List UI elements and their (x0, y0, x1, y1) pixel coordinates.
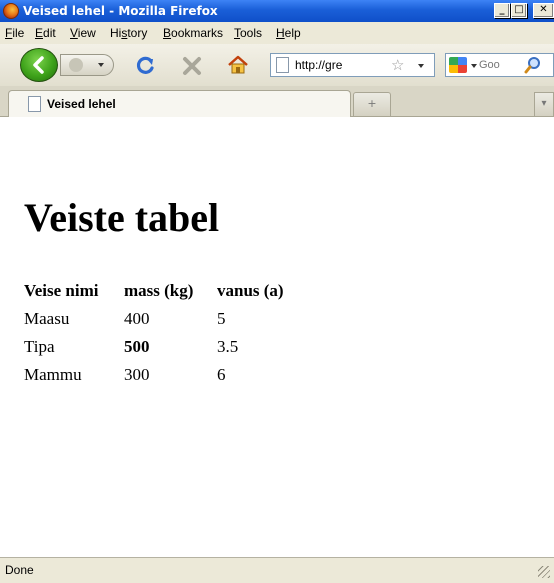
plus-icon: + (367, 97, 377, 110)
chevron-down-icon: ▾ (541, 98, 547, 109)
cell-mass: 400 (124, 309, 150, 328)
menu-bookmarks[interactable]: Bookmarks (163, 26, 223, 40)
status-bar: Done (0, 557, 554, 583)
search-input[interactable] (479, 57, 519, 73)
cell-age: 6 (217, 365, 226, 384)
tab-veised-lehel[interactable]: Veised lehel (8, 90, 351, 117)
forward-icon (69, 58, 83, 72)
cell-age: 3.5 (217, 337, 239, 356)
tab-strip: Veised lehel + ▾ (0, 86, 554, 117)
menu-edit[interactable]: Edit (35, 26, 56, 40)
status-text: Done (5, 563, 34, 577)
table-row: Maasu 400 5 (24, 305, 284, 333)
cell-age: 5 (217, 309, 226, 328)
search-icon[interactable] (524, 56, 542, 74)
url-dropdown-icon[interactable] (418, 64, 424, 68)
reload-icon[interactable] (136, 56, 156, 76)
url-input[interactable] (295, 56, 390, 74)
search-engine-dropdown-icon[interactable] (471, 64, 477, 68)
resize-grip-icon[interactable] (538, 566, 550, 578)
search-bar[interactable] (445, 53, 554, 77)
tab-label: Veised lehel (47, 97, 116, 111)
menu-tools[interactable]: Tools (234, 26, 262, 40)
close-window-button[interactable]: ✕ (533, 3, 554, 18)
maximize-button[interactable]: □ (511, 3, 527, 18)
history-dropdown-icon[interactable] (98, 63, 104, 67)
header-name: Veise nimi (24, 281, 99, 300)
bookmark-star-icon[interactable]: ☆ (391, 56, 404, 74)
window-titlebar[interactable]: Veised lehel - Mozilla Firefox _ □ ✕ (0, 0, 554, 22)
menu-file[interactable]: File (5, 26, 24, 40)
header-mass: mass (kg) (124, 281, 194, 300)
page-icon (28, 96, 41, 112)
url-bar[interactable]: ☆ (270, 53, 435, 77)
stop-icon[interactable] (182, 56, 202, 76)
tab-list-button[interactable]: ▾ (534, 92, 554, 116)
navigation-toolbar: ☆ (0, 44, 554, 86)
table-header-row: Veise nimi mass (kg) vanus (a) (24, 277, 284, 305)
new-tab-button[interactable]: + (353, 92, 391, 116)
menu-view[interactable]: View (70, 26, 96, 40)
window-title: Veised lehel - Mozilla Firefox (23, 4, 218, 18)
menu-help[interactable]: Help (276, 26, 301, 40)
cell-name: Tipa (24, 337, 55, 356)
cell-name: Maasu (24, 309, 70, 328)
forward-button[interactable] (60, 54, 114, 76)
page-icon (276, 57, 289, 73)
table-row: Tipa 500 3.5 (24, 333, 284, 361)
cell-mass: 300 (124, 365, 150, 384)
google-icon[interactable] (449, 57, 467, 73)
back-button[interactable] (20, 48, 58, 82)
firefox-logo-icon (3, 3, 19, 19)
table-row: Mammu 300 6 (24, 361, 284, 389)
cell-name: Mammu (24, 365, 82, 384)
home-icon[interactable] (227, 54, 249, 76)
back-icon (33, 56, 44, 74)
menu-bar: File Edit View History Bookmarks Tools H… (0, 22, 554, 44)
menu-history[interactable]: History (110, 26, 147, 40)
minimize-button[interactable]: _ (494, 3, 510, 18)
header-age: vanus (a) (217, 281, 284, 300)
page-content: Veiste tabel Veise nimi mass (kg) vanus … (0, 117, 554, 551)
page-heading: Veiste tabel (24, 195, 220, 240)
cattle-table: Veise nimi mass (kg) vanus (a) Maasu 400… (24, 277, 284, 389)
cell-mass: 500 (124, 337, 150, 356)
